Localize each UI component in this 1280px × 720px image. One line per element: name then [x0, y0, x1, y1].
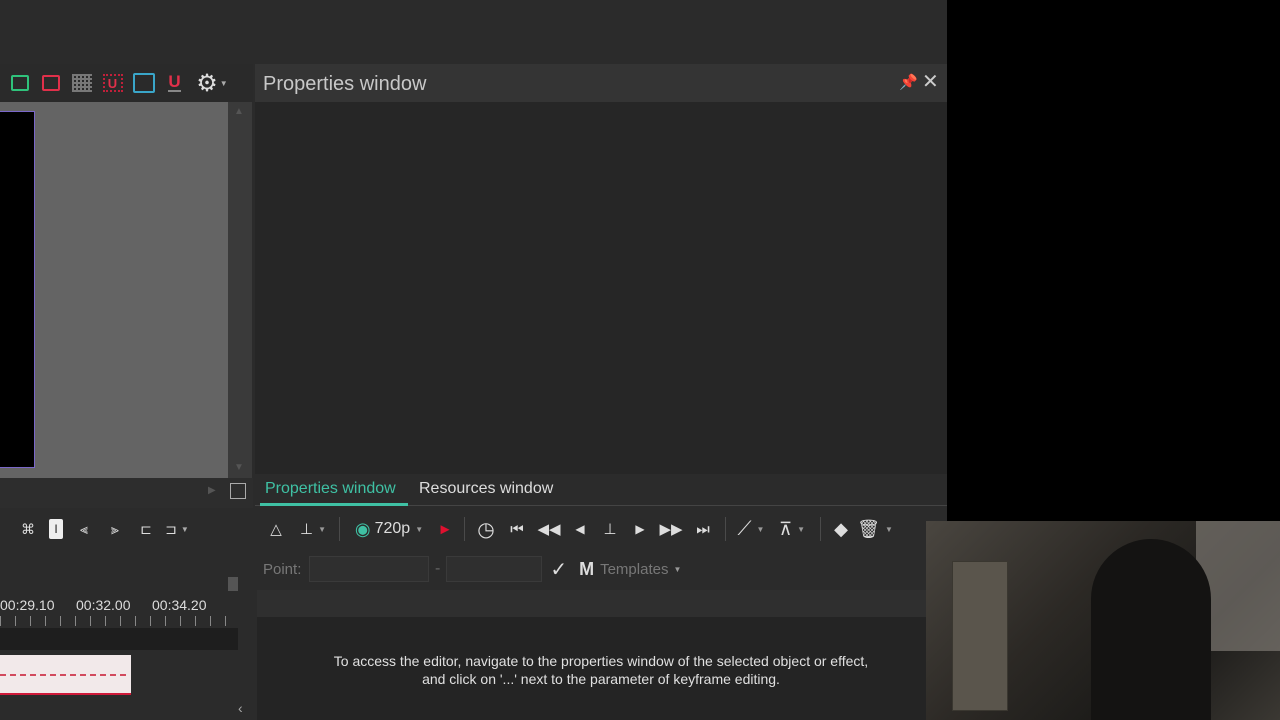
set-keyframe-icon[interactable]: ⊥ [595, 514, 625, 544]
scroll-right-icon[interactable]: ▶ [208, 485, 216, 496]
undock-icon[interactable] [230, 483, 246, 499]
cabinet [952, 561, 1008, 711]
audio-waveform [0, 674, 126, 676]
point-row: Point: - ✓ M Templates ▼ [255, 552, 927, 586]
add-rect-green-icon[interactable] [8, 72, 31, 95]
title-bar [0, 0, 947, 64]
marker-icon[interactable]: I [49, 519, 63, 539]
record-icon[interactable]: ► [432, 514, 458, 544]
ease-icon[interactable]: ⊼ ▼ [770, 514, 814, 544]
point-label: Point: [263, 560, 302, 578]
keyframe-diamond-icon[interactable]: ◆ [827, 514, 855, 544]
preview-quality-button[interactable]: ◉ 720p ▼ [346, 514, 432, 544]
rewind-icon[interactable]: ◀◀ [533, 514, 565, 544]
point-x-field[interactable] [309, 556, 429, 582]
pin-icon[interactable]: 📌 [899, 73, 918, 91]
fast-forward-icon[interactable]: ▶▶ [655, 514, 687, 544]
snap-icon[interactable]: ⊏ [136, 519, 156, 539]
stamp-icon[interactable]: ⊥ ▼ [293, 514, 333, 544]
collapse-left-icon[interactable]: ‹ [238, 700, 243, 716]
templates-dropdown[interactable]: Templates [600, 561, 668, 578]
active-tab-indicator [260, 503, 408, 506]
delete-icon[interactable]: 🗑 ▼ [855, 514, 895, 544]
timecode: 00:32.00 [76, 597, 131, 613]
separator: - [435, 560, 441, 577]
templates-icon: M [579, 558, 595, 579]
align-left-icon[interactable]: ⫷ [74, 519, 94, 539]
split-tracks-icon[interactable]: ⌘ [18, 519, 38, 539]
preview-toolbar: U U ⚙ ▼ [0, 64, 253, 102]
timecode: 00:29.10 [0, 597, 55, 613]
grid-icon[interactable] [70, 72, 93, 95]
timeline-scroll-thumb[interactable] [228, 577, 238, 591]
interpolation-icon[interactable]: ⟋ ▼ [732, 514, 770, 544]
vertical-scrollbar[interactable]: ▲ ▼ [228, 102, 252, 478]
add-rect-red-icon[interactable] [39, 72, 62, 95]
point-y-field[interactable] [446, 556, 543, 582]
editor-header [257, 590, 927, 617]
scroll-up-icon[interactable]: ▲ [234, 106, 244, 117]
properties-header: Properties window 📌 ✕ [255, 64, 947, 102]
scroll-down-icon[interactable]: ▼ [234, 462, 244, 473]
clock-icon[interactable]: ◷ [471, 514, 501, 544]
close-icon[interactable]: ✕ [922, 69, 939, 94]
panel-tabs: Properties window Resources window [255, 474, 947, 506]
video-frame[interactable] [0, 111, 35, 468]
chevron-down-icon: ▼ [673, 564, 682, 574]
motion-path-icon[interactable]: △ [259, 514, 293, 544]
timeline-track-header [0, 628, 238, 650]
ruler-ticks [0, 616, 238, 626]
timeline-toolbar: ⌘ I ⫷ ⫸ ⊏ ⊐ ▼ [0, 512, 253, 546]
hint-line-2: and click on '...' next to the parameter… [422, 671, 780, 687]
safe-zone-red-icon[interactable]: U [101, 72, 124, 95]
chevron-down-icon: ▼ [415, 524, 424, 534]
tab-properties-window[interactable]: Properties window [265, 480, 396, 498]
keyframe-editor: To access the editor, navigate to the pr… [257, 617, 927, 720]
check-icon[interactable]: ✓ [550, 557, 567, 582]
next-frame-icon[interactable]: ▶ [625, 514, 655, 544]
timecode: 00:34.20 [152, 597, 207, 613]
hint-line-1: To access the editor, navigate to the pr… [333, 653, 869, 669]
app-window: U U ⚙ ▼ ▲ ▼ ▶ ⌘ I ⫷ ⫸ ⊏ ⊐ ▼ 00:29.10 00:32… [0, 0, 947, 720]
safe-zone-cyan-icon[interactable] [132, 72, 155, 95]
gear-icon[interactable]: ⚙ ▼ [194, 70, 230, 97]
keyframe-toolbar: △ ⊥ ▼ ◉ 720p ▼ ► ◷ ⏮ ◀◀ ◀ ⊥ ▶ ▶▶ ⏭ ⟋ ▼ ⊼ ▼ … [255, 512, 927, 546]
panel-title: Properties window [263, 73, 427, 95]
skip-to-end-icon[interactable]: ⏭ [687, 514, 719, 544]
tab-resources-window[interactable]: Resources window [419, 480, 553, 498]
skip-to-start-icon[interactable]: ⏮ [501, 514, 533, 544]
properties-body [255, 102, 947, 474]
distribute-icon[interactable]: ⊐ ▼ [165, 519, 189, 539]
timeline-ruler[interactable]: 00:29.10 00:32.00 00:34.20 [0, 590, 238, 628]
editor-hint: To access the editor, navigate to the pr… [257, 652, 945, 688]
webcam-overlay [926, 521, 1280, 720]
person [1091, 539, 1211, 720]
underline-red-icon[interactable]: U [163, 72, 186, 95]
prev-frame-icon[interactable]: ◀ [565, 514, 595, 544]
resolution-label: 720p [374, 520, 411, 537]
align-right-icon[interactable]: ⫸ [105, 519, 125, 539]
preview-status-bar: ▶ [0, 478, 253, 508]
eye-icon: ◉ [354, 518, 371, 539]
